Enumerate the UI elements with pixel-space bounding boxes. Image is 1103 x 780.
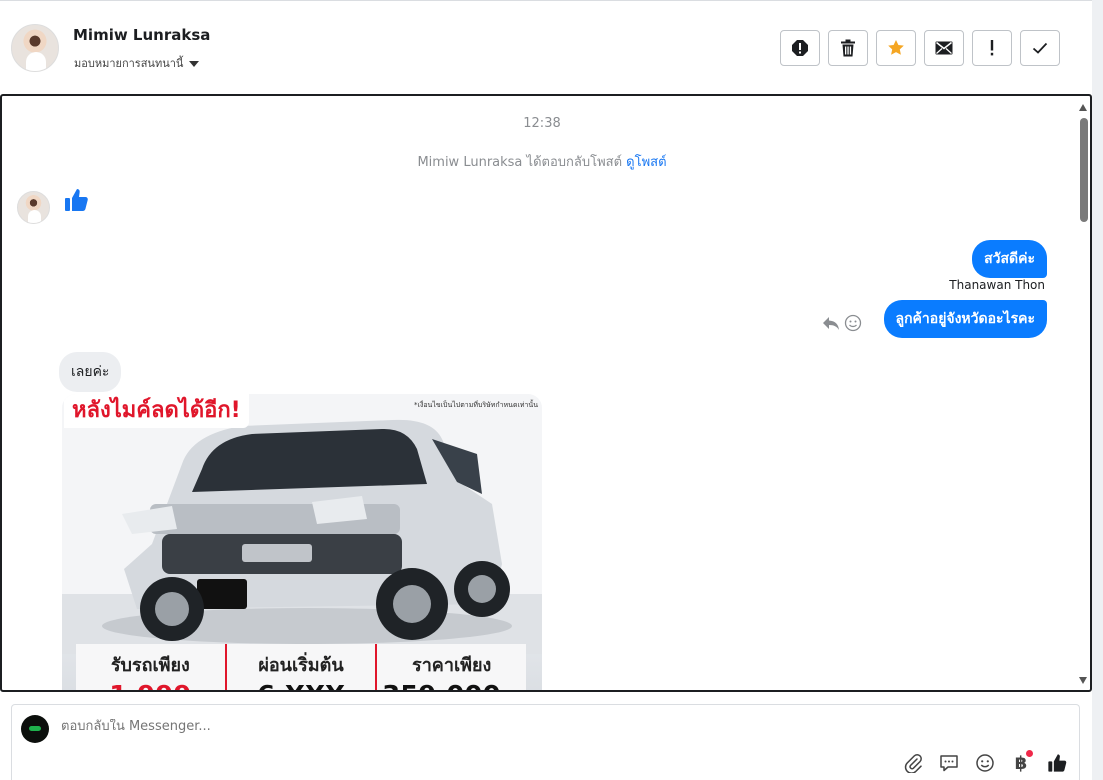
scroll-up-arrow-icon[interactable] xyxy=(1079,104,1087,111)
conversation-header: Mimiw Lunraksa มอบหมายการสนทนานี้ xyxy=(0,0,1092,94)
thumbs-up-icon xyxy=(1048,754,1067,772)
header-actions xyxy=(780,30,1060,66)
promo-note: *เงื่อนไขเป็นไปตามที่บริษัทกำหนดเท่านั้น xyxy=(414,401,538,409)
promo-image-attachment[interactable]: หลังไมค์ลดได้อีก! *เงื่อนไขเป็นไปตามที่บ… xyxy=(62,394,542,690)
promo-price-bar: รับรถเพียง 1,999 ผ่อนเริ่มต้น 6,XXX ราคา… xyxy=(76,644,526,690)
important-button[interactable] xyxy=(972,30,1012,66)
promo-label: รับรถเพียง xyxy=(110,655,190,676)
promo-col-down-payment: รับรถเพียง 1,999 xyxy=(76,644,227,690)
chat-bubble-icon xyxy=(940,755,958,772)
attach-button[interactable] xyxy=(901,751,925,775)
pickup-truck-image xyxy=(62,394,542,654)
message-thread[interactable]: 12:38 Mimiw Lunraksa ได้ตอบกลับโพสต์ ดูโ… xyxy=(0,94,1092,692)
scroll-down-arrow-icon[interactable] xyxy=(1079,677,1087,684)
promo-label: ราคาเพียง xyxy=(412,655,492,676)
outgoing-message[interactable]: ลูกค้าอยู่จังหวัดอะไรคะ xyxy=(883,300,1047,338)
check-icon xyxy=(1032,42,1048,54)
thumbs-up-icon xyxy=(65,189,88,211)
promo-col-price: ราคาเพียง 359,000.- xyxy=(377,644,526,690)
saved-replies-button[interactable] xyxy=(937,751,961,775)
emoji-button[interactable] xyxy=(973,751,997,775)
sender-name: Thanawan Thon xyxy=(949,278,1045,292)
report-icon xyxy=(792,40,808,56)
promo-value: 6,XXX xyxy=(227,681,376,690)
page-avatar xyxy=(21,715,49,743)
paperclip-icon xyxy=(904,753,922,773)
promo-value: 359,000.- xyxy=(377,681,526,690)
exclamation-icon xyxy=(990,40,994,56)
star-icon xyxy=(888,40,904,55)
assign-conversation-dropdown[interactable]: มอบหมายการสนทนานี้ xyxy=(74,54,200,72)
mark-unread-button[interactable] xyxy=(924,30,964,66)
composer-tools: ฿ xyxy=(901,750,1069,775)
inbox-conversation: Mimiw Lunraksa มอบหมายการสนทนานี้ 12:38 … xyxy=(0,0,1103,780)
envelope-icon xyxy=(935,41,953,55)
message-actions xyxy=(822,314,862,332)
message-timestamp: 12:38 xyxy=(523,116,561,131)
baht-icon: ฿ xyxy=(1014,752,1028,774)
done-button[interactable] xyxy=(1020,30,1060,66)
emoji-react-icon[interactable] xyxy=(844,314,862,332)
contact-avatar-small xyxy=(17,191,50,224)
outgoing-message[interactable]: สวัสดีค่ะ xyxy=(972,240,1047,278)
star-button[interactable] xyxy=(876,30,916,66)
incoming-like-sticker xyxy=(62,186,90,218)
reply-input[interactable] xyxy=(61,719,761,734)
caret-down-icon xyxy=(189,61,200,67)
thread-scrollbar[interactable] xyxy=(1076,96,1090,690)
contact-name[interactable]: Mimiw Lunraksa xyxy=(73,26,210,44)
payment-button[interactable]: ฿ xyxy=(1009,750,1033,775)
contact-avatar[interactable] xyxy=(11,24,59,72)
reply-composer: ฿ xyxy=(11,704,1080,780)
report-button[interactable] xyxy=(780,30,820,66)
trash-icon xyxy=(841,39,855,57)
emoji-icon xyxy=(976,754,994,772)
page-scroll-gutter xyxy=(1092,0,1103,780)
send-like-button[interactable] xyxy=(1045,751,1069,775)
assign-label: มอบหมายการสนทนานี้ xyxy=(74,57,184,70)
system-message-text: Mimiw Lunraksa ได้ตอบกลับโพสต์ xyxy=(417,155,623,170)
promo-value: 1,999 xyxy=(76,681,225,690)
promo-headline: หลังไมค์ลดได้อีก! xyxy=(64,394,249,428)
reply-icon[interactable] xyxy=(822,315,840,331)
notification-dot xyxy=(1026,750,1033,757)
promo-col-installment: ผ่อนเริ่มต้น 6,XXX xyxy=(227,644,378,690)
view-post-link[interactable]: ดูโพสต์ xyxy=(626,155,666,170)
delete-button[interactable] xyxy=(828,30,868,66)
system-message: Mimiw Lunraksa ได้ตอบกลับโพสต์ ดูโพสต์ xyxy=(2,151,1082,172)
promo-label: ผ่อนเริ่มต้น xyxy=(258,655,344,676)
incoming-message[interactable]: เลยค่ะ xyxy=(59,352,122,392)
